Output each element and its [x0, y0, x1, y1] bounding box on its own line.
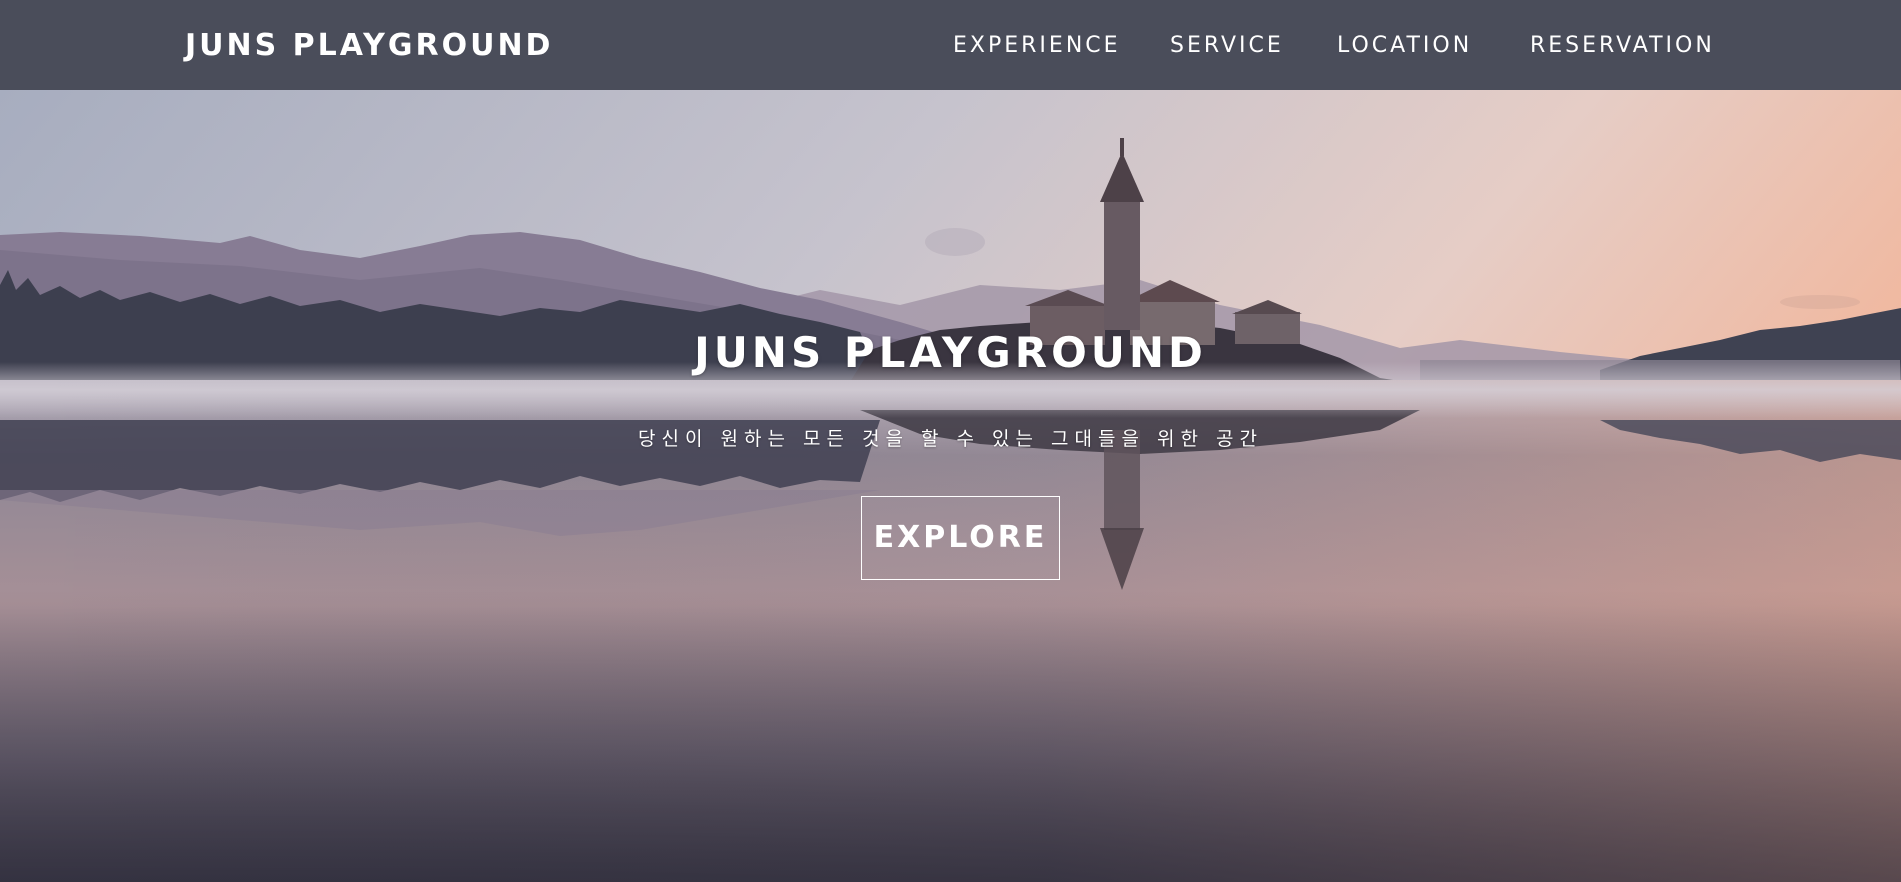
- hero-background-image: [0, 90, 1901, 882]
- nav-service-link[interactable]: SERVICE: [1170, 0, 1284, 90]
- hero-title: JUNS PLAYGROUND: [694, 328, 1207, 377]
- hero-section: JUNS PLAYGROUND 당신이 원하는 모든 것을 할 수 있는 그대들…: [0, 90, 1901, 882]
- nav-experience-link[interactable]: EXPERIENCE: [953, 0, 1121, 90]
- nav-location-link[interactable]: LOCATION: [1337, 0, 1472, 90]
- top-navbar: JUNS PLAYGROUND EXPERIENCE SERVICE LOCAT…: [0, 0, 1901, 90]
- hero-subtitle: 당신이 원하는 모든 것을 할 수 있는 그대들을 위한 공간: [638, 428, 1263, 450]
- explore-button[interactable]: EXPLORE: [861, 496, 1060, 580]
- brand-logo[interactable]: JUNS PLAYGROUND: [185, 0, 553, 90]
- nav-reservation-link[interactable]: RESERVATION: [1530, 0, 1715, 90]
